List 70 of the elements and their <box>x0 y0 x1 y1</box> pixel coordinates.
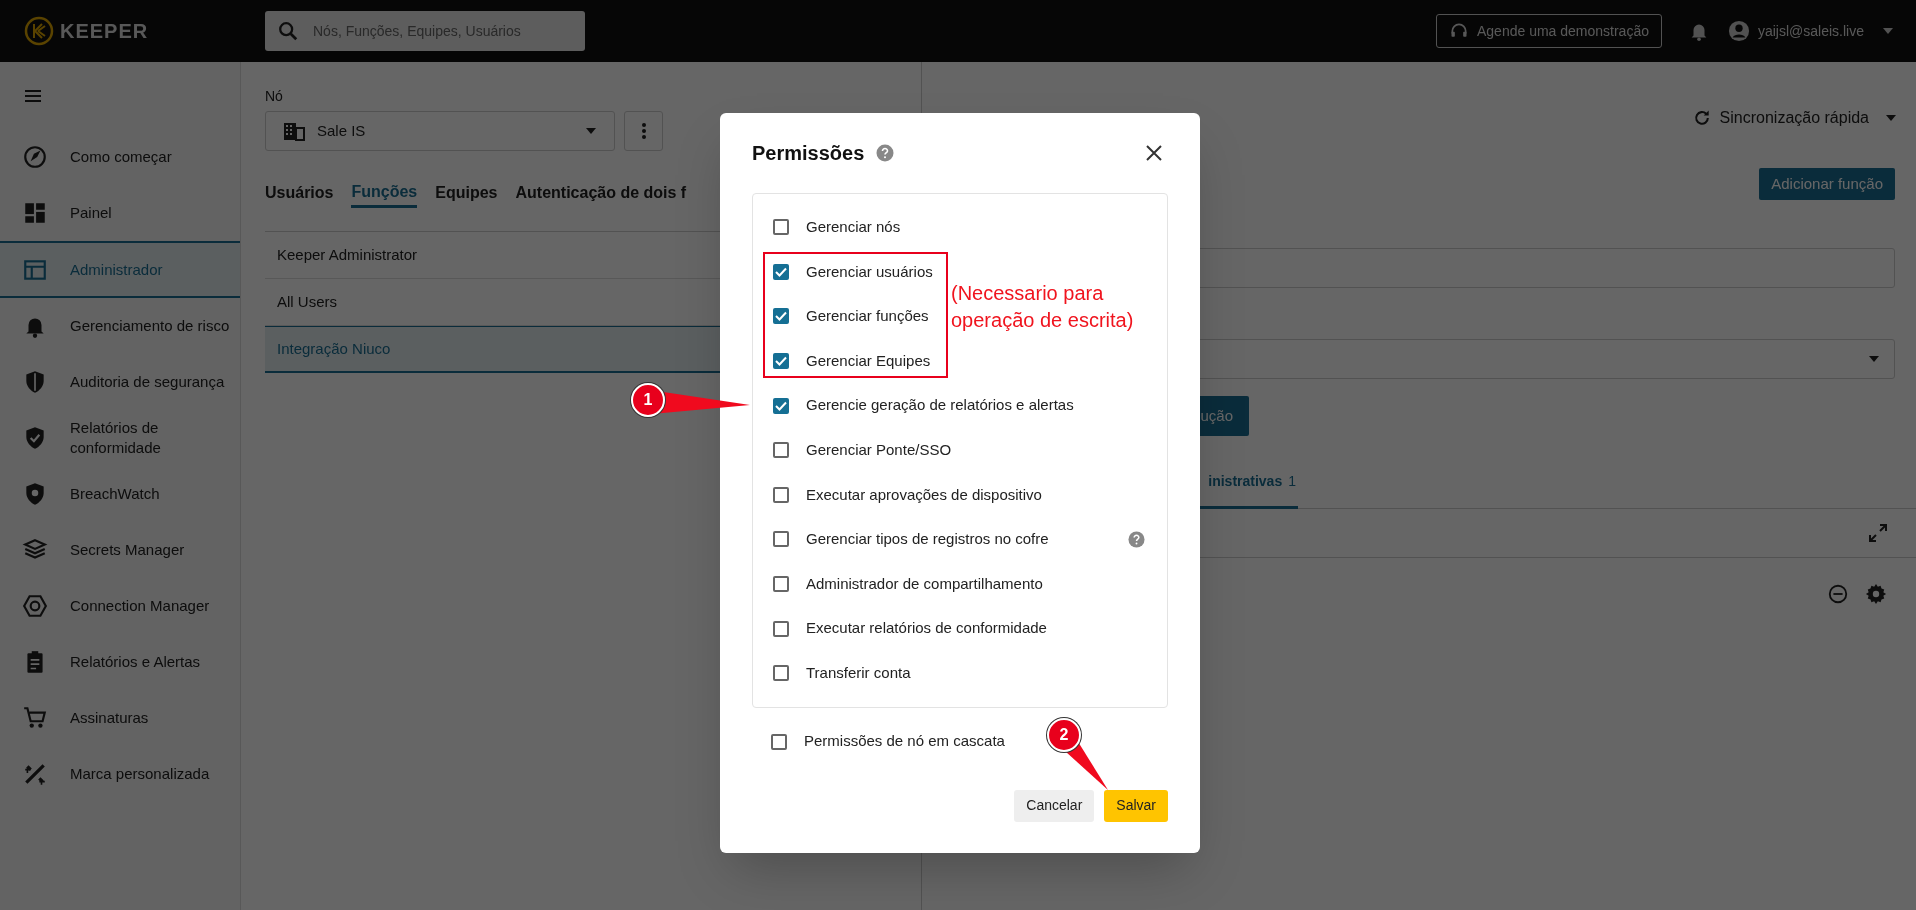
sidebar-item[interactable]: Relatórios e Alertas <box>0 634 240 690</box>
permission-label: Transferir conta <box>806 663 911 683</box>
building-icon <box>283 121 305 141</box>
caret-icon <box>585 127 597 135</box>
sidebar-item[interactable]: Connection Manager <box>0 578 240 634</box>
permission-label: Permissões de nó em cascata <box>804 731 1005 752</box>
demo-button[interactable]: Agende uma demonstração <box>1435 14 1662 48</box>
sidebar-item[interactable]: Painel <box>0 185 240 241</box>
search-icon <box>277 20 299 42</box>
checkbox[interactable] <box>773 397 789 414</box>
checkbox[interactable] <box>773 620 789 637</box>
nav-icon <box>22 144 48 170</box>
annotation-note: (Necessario para operação de escrita) <box>951 281 1135 333</box>
permission-label: Gerencie geração de relatórios e alertas <box>806 395 1074 416</box>
node-dropdown[interactable]: Sale IS <box>265 111 615 151</box>
menu-icon[interactable] <box>24 88 42 103</box>
checkbox[interactable] <box>773 442 789 459</box>
logo-text: KEEPER <box>60 19 149 44</box>
permission-label: Executar aprovações de dispositivo <box>806 484 1042 505</box>
user-avatar-icon <box>1727 20 1750 42</box>
sidebar-item[interactable]: Auditoria de segurança <box>0 354 240 410</box>
checkbox[interactable] <box>773 665 789 682</box>
logo-icon <box>24 16 54 46</box>
tab[interactable]: Usuários <box>265 178 334 208</box>
cancel-button[interactable]: Cancelar <box>1014 789 1095 822</box>
sidebar-item[interactable]: Assinaturas <box>0 690 240 746</box>
expand-icon[interactable] <box>1868 523 1888 543</box>
dialog-title: Permissões <box>752 141 865 166</box>
checkbox[interactable] <box>773 308 789 325</box>
sidebar-item[interactable]: Marca personalizada <box>0 746 240 802</box>
sidebar-item[interactable]: Secrets Manager <box>0 522 240 578</box>
tab[interactable]: Autenticação de dois f <box>515 178 687 208</box>
nav-icon <box>22 200 48 226</box>
help-icon[interactable] <box>1128 530 1145 548</box>
help-icon[interactable] <box>876 144 895 162</box>
checkbox[interactable] <box>771 733 787 750</box>
close-icon[interactable] <box>1145 144 1163 162</box>
checkbox[interactable] <box>773 486 789 503</box>
checkbox[interactable] <box>773 263 789 280</box>
sidebar-item[interactable]: Como começar <box>0 129 240 185</box>
checkbox[interactable] <box>773 531 789 548</box>
caret-icon <box>1882 27 1894 35</box>
nav-icon <box>22 593 48 619</box>
settings-icon[interactable] <box>1865 583 1887 605</box>
more-icon <box>640 122 647 140</box>
add-role-button[interactable]: Adicionar função <box>1759 168 1895 200</box>
tab[interactable]: Equipes <box>435 178 498 208</box>
caret-icon <box>1868 355 1880 363</box>
permission-label: Executar relatórios de conformidade <box>806 618 1047 639</box>
checkbox[interactable] <box>773 576 789 593</box>
quick-sync-button[interactable]: Sincronização rápida <box>1691 106 1897 130</box>
field-label: Nó <box>265 87 284 106</box>
checkbox[interactable] <box>773 353 789 370</box>
remove-icon[interactable] <box>1827 583 1849 605</box>
callout-badge: 1 <box>631 383 665 417</box>
tab[interactable]: Funções <box>351 178 418 208</box>
permission-label: Administrador de compartilhamento <box>806 573 1043 594</box>
permission-label: Gerenciar Ponte/SSO <box>806 440 952 460</box>
caret-icon <box>1885 114 1897 122</box>
sidebar-item[interactable]: Gerenciamento de risco <box>0 298 240 354</box>
more-button[interactable] <box>624 111 663 151</box>
nav-icon <box>22 705 48 731</box>
sidebar-item[interactable]: Administrador <box>0 241 240 298</box>
checkbox[interactable] <box>773 219 789 236</box>
sidebar-item[interactable]: BreachWatch <box>0 466 240 522</box>
save-button[interactable]: Salvar <box>1104 789 1168 822</box>
permission-label: Gerenciar tipos de registros no cofre <box>806 529 1049 550</box>
sidebar-item[interactable]: Relatórios de conformidade <box>0 410 240 466</box>
nav-icon <box>22 761 48 787</box>
user-menu[interactable]: yaijsl@saleis.live <box>1727 20 1894 42</box>
